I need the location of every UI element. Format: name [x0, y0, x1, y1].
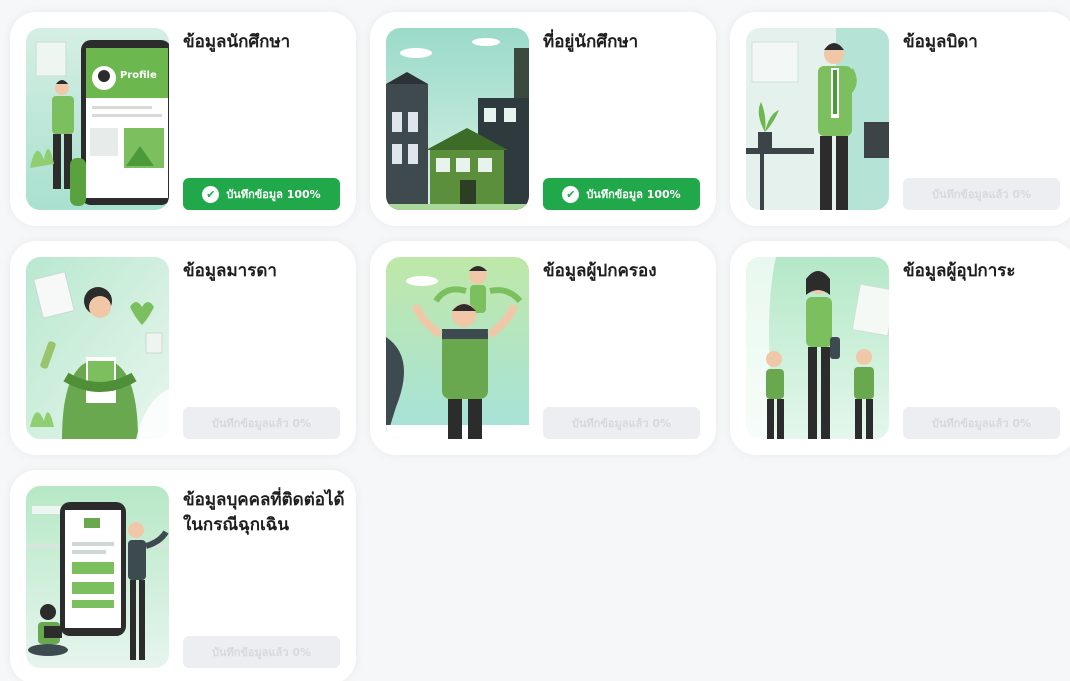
save-status-text: บันทึกข้อมูลแล้ว 0% [931, 417, 1032, 430]
card-student-info[interactable]: Profile ข้อมูลนักศึกษา ✔ บันทึกข้อมูล 10… [10, 12, 356, 226]
save-status-text: บันทึกข้อมูลแล้ว 0% [931, 188, 1032, 201]
card-title: ข้อมูลบุคคลที่ติดต่อได้ในกรณีฉุกเฉิน [183, 490, 345, 535]
card-mother-info[interactable]: ข้อมูลมารดา บันทึกข้อมูลแล้ว 0% [10, 241, 356, 455]
profile-screen-label: Profile [120, 70, 157, 81]
card-student-address[interactable]: ที่อยู่นักศึกษา ✔ บันทึกข้อมูล 100% [370, 12, 716, 226]
card-title: ข้อมูลมารดา [183, 261, 277, 281]
check-circle-icon: ✔ [202, 185, 220, 203]
save-status-text: บันทึกข้อมูลแล้ว 0% [211, 417, 312, 430]
save-status-text: บันทึกข้อมูลแล้ว 0% [211, 646, 312, 659]
sponsor-illustration [746, 257, 889, 439]
save-status-badge: บันทึกข้อมูลแล้ว 0% [183, 407, 340, 439]
student-profile-illustration: Profile [26, 28, 169, 210]
guardian-illustration [386, 257, 529, 439]
save-status-badge: บันทึกข้อมูลแล้ว 0% [903, 407, 1060, 439]
card-title: ข้อมูลนักศึกษา [183, 32, 291, 52]
save-status-badge: บันทึกข้อมูลแล้ว 0% [183, 636, 340, 668]
card-title: ข้อมูลบิดา [903, 32, 978, 52]
save-status-badge: บันทึกข้อมูลแล้ว 0% [903, 178, 1060, 210]
card-title: ที่อยู่นักศึกษา [543, 32, 639, 52]
save-status-text: บันทึกข้อมูลแล้ว 0% [571, 417, 672, 430]
card-guardian-info[interactable]: ข้อมูลผู้ปกครอง บันทึกข้อมูลแล้ว 0% [370, 241, 716, 455]
save-status-badge: บันทึกข้อมูลแล้ว 0% [543, 407, 700, 439]
house-illustration [386, 28, 529, 210]
save-status-text: บันทึกข้อมูล 100% [586, 188, 681, 201]
father-illustration [746, 28, 889, 210]
emergency-contact-illustration [26, 486, 169, 668]
card-emergency-contact[interactable]: ข้อมูลบุคคลที่ติดต่อได้ในกรณีฉุกเฉิน บัน… [10, 470, 356, 681]
mother-illustration [26, 257, 169, 439]
card-title: ข้อมูลผู้อุปการะ [903, 261, 1016, 281]
save-status-text: บันทึกข้อมูล 100% [226, 188, 321, 201]
check-circle-icon: ✔ [562, 185, 580, 203]
save-status-badge: ✔ บันทึกข้อมูล 100% [183, 178, 340, 210]
card-title: ข้อมูลผู้ปกครอง [543, 261, 657, 281]
card-sponsor-info[interactable]: ข้อมูลผู้อุปการะ บันทึกข้อมูลแล้ว 0% [730, 241, 1070, 455]
save-status-badge: ✔ บันทึกข้อมูล 100% [543, 178, 700, 210]
card-father-info[interactable]: ข้อมูลบิดา บันทึกข้อมูลแล้ว 0% [730, 12, 1070, 226]
